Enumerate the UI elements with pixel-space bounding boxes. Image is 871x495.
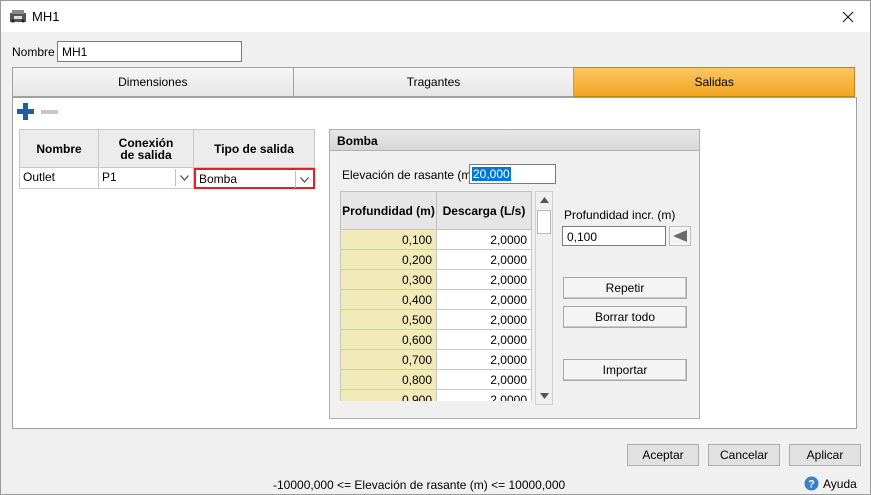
- depth-cell[interactable]: 0,400: [340, 290, 437, 310]
- header-tipo: Tipo de salida: [194, 129, 315, 168]
- outlets-table: Nombre Conexión de salida Tipo de salida…: [19, 129, 315, 189]
- arrow-up-icon: [539, 197, 549, 203]
- outlet-name-cell[interactable]: Outlet: [19, 168, 99, 189]
- tab-dimensiones[interactable]: Dimensiones: [12, 67, 294, 97]
- import-button[interactable]: Importar: [563, 359, 687, 381]
- depth-cell[interactable]: 0,600: [340, 330, 437, 350]
- connection-dropdown-button[interactable]: [175, 169, 192, 186]
- svg-text:?: ?: [808, 478, 815, 490]
- close-button[interactable]: [825, 1, 870, 32]
- outlet-connection-value: P1: [102, 170, 117, 184]
- table-row[interactable]: 0,600 2,0000: [340, 330, 532, 350]
- chevron-down-icon: [299, 176, 309, 183]
- pump-group: Bomba Elevación de rasante (m) 20,000 Pr…: [329, 129, 700, 419]
- depth-increment-input[interactable]: 0,100: [562, 226, 666, 246]
- rim-elevation-input[interactable]: 20,000: [469, 164, 556, 184]
- table-row[interactable]: 0,200 2,0000: [340, 250, 532, 270]
- fill-triangle-icon: [673, 230, 687, 242]
- help-label: Ayuda: [823, 476, 857, 491]
- flow-cell[interactable]: 2,0000: [437, 290, 532, 310]
- depth-cell[interactable]: 0,100: [340, 230, 437, 250]
- flow-cell[interactable]: 2,0000: [437, 350, 532, 370]
- table-row[interactable]: 0,300 2,0000: [340, 270, 532, 290]
- outlet-type-value: Bomba: [199, 172, 238, 186]
- status-text: -10000,000 <= Elevación de rasante (m) <…: [273, 478, 566, 492]
- table-row[interactable]: 0,800 2,0000: [340, 370, 532, 390]
- dialog-window: MH1 Nombre MH1 Dimensiones Tragantes Sal…: [0, 0, 871, 495]
- outlet-connection-cell[interactable]: P1: [99, 168, 194, 189]
- fill-depth-button[interactable]: [669, 226, 691, 246]
- help-icon: ?: [804, 476, 819, 491]
- outlets-header-row: Nombre Conexión de salida Tipo de salida: [19, 129, 315, 168]
- apply-button[interactable]: Aplicar: [789, 444, 861, 466]
- depth-cell[interactable]: 0,200: [340, 250, 437, 270]
- flow-cell[interactable]: 2,0000: [437, 330, 532, 350]
- table-row[interactable]: 0,900 2,0000: [340, 390, 532, 401]
- title-bar: MH1: [1, 1, 870, 32]
- pump-grid-header: Profundidad (m) Descarga (L/s): [340, 191, 532, 230]
- scroll-up-button[interactable]: [536, 192, 552, 208]
- flow-cell[interactable]: 2,0000: [437, 370, 532, 390]
- cancel-button[interactable]: Cancelar: [708, 444, 780, 466]
- tab-tragantes[interactable]: Tragantes: [293, 67, 575, 97]
- flow-cell[interactable]: 2,0000: [437, 230, 532, 250]
- flow-cell[interactable]: 2,0000: [437, 310, 532, 330]
- tab-strip: Dimensiones Tragantes Salidas: [12, 67, 856, 97]
- header-descarga: Descarga (L/s): [437, 191, 532, 230]
- table-row[interactable]: 0,400 2,0000: [340, 290, 532, 310]
- header-nombre: Nombre: [19, 129, 99, 168]
- depth-increment-label: Profundidad incr. (m): [564, 208, 676, 222]
- pump-curve-grid: Profundidad (m) Descarga (L/s) 0,100 2,0…: [340, 191, 532, 401]
- header-conexion: Conexión de salida: [99, 129, 194, 168]
- rim-elevation-label: Elevación de rasante (m): [342, 168, 476, 182]
- flow-cell[interactable]: 2,0000: [437, 250, 532, 270]
- flow-cell[interactable]: 2,0000: [437, 390, 532, 401]
- flow-cell[interactable]: 2,0000: [437, 270, 532, 290]
- pump-grid-scrollbar[interactable]: [535, 191, 553, 405]
- name-input[interactable]: MH1: [57, 41, 242, 62]
- depth-cell[interactable]: 0,700: [340, 350, 437, 370]
- remove-outlet-icon[interactable]: [41, 110, 58, 114]
- rim-elevation-value: 20,000: [472, 167, 511, 181]
- depth-cell[interactable]: 0,900: [340, 390, 437, 401]
- header-profundidad: Profundidad (m): [340, 191, 437, 230]
- table-row[interactable]: Outlet P1 Bomba: [19, 168, 315, 189]
- depth-cell[interactable]: 0,300: [340, 270, 437, 290]
- type-dropdown-button[interactable]: [295, 171, 312, 188]
- add-outlet-icon[interactable]: [17, 103, 34, 120]
- table-row[interactable]: 0,500 2,0000: [340, 310, 532, 330]
- manhole-app-icon: [10, 10, 26, 23]
- table-row[interactable]: 0,100 2,0000: [340, 230, 532, 250]
- clear-all-button[interactable]: Borrar todo: [563, 306, 687, 328]
- scroll-thumb[interactable]: [537, 210, 551, 234]
- depth-cell[interactable]: 0,500: [340, 310, 437, 330]
- repeat-button[interactable]: Repetir: [563, 277, 687, 299]
- accept-button[interactable]: Aceptar: [627, 444, 699, 466]
- chevron-down-icon: [179, 174, 189, 181]
- scroll-down-button[interactable]: [536, 388, 552, 404]
- outlet-type-cell[interactable]: Bomba: [194, 168, 315, 189]
- table-row[interactable]: 0,700 2,0000: [340, 350, 532, 370]
- pump-group-title: Bomba: [330, 130, 699, 151]
- close-icon: [842, 11, 853, 22]
- arrow-down-icon: [539, 393, 549, 399]
- depth-cell[interactable]: 0,800: [340, 370, 437, 390]
- tab-salidas[interactable]: Salidas: [574, 67, 856, 97]
- name-label: Nombre: [12, 45, 55, 59]
- window-title: MH1: [32, 9, 60, 24]
- help-link[interactable]: ? Ayuda: [804, 476, 857, 491]
- salidas-panel: Nombre Conexión de salida Tipo de salida…: [12, 97, 857, 429]
